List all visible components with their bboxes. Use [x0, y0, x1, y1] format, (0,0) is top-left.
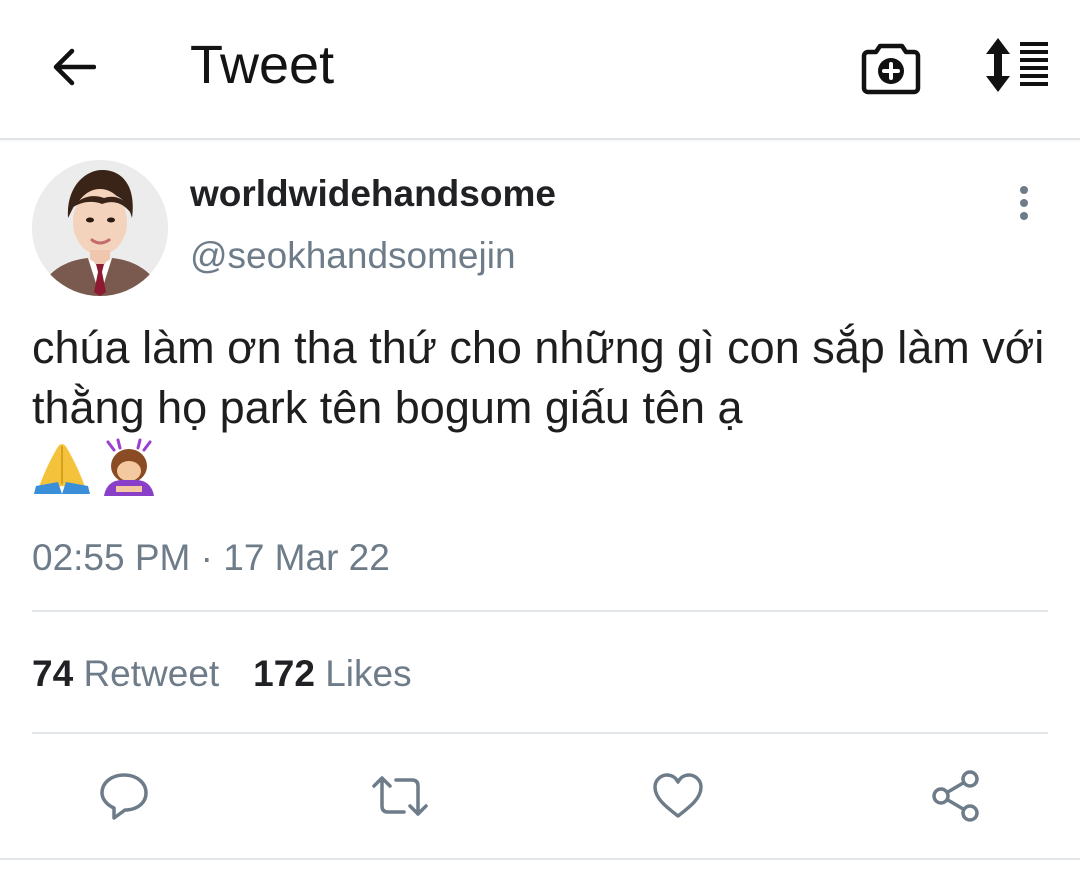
- sort-button[interactable]: [980, 36, 1052, 94]
- tweet-stats: 74 Retweet 172 Likes: [32, 652, 412, 696]
- divider: [0, 858, 1080, 860]
- camera-plus-icon: [861, 43, 921, 95]
- back-button[interactable]: [46, 40, 100, 94]
- like-icon: [653, 773, 703, 818]
- top-app-bar: Tweet: [0, 0, 1080, 140]
- emoji-row: [32, 438, 158, 498]
- more-vertical-icon: [1020, 186, 1028, 220]
- user-handle[interactable]: @seokhandsomejin: [190, 234, 516, 278]
- divider: [32, 732, 1048, 734]
- divider: [32, 610, 1048, 612]
- tweet-text: chúa làm ơn tha thứ cho những gì con sắp…: [32, 322, 1045, 433]
- camera-button[interactable]: [860, 38, 922, 96]
- reply-button[interactable]: [94, 766, 154, 826]
- reply-icon: [100, 773, 148, 820]
- avatar[interactable]: [32, 160, 168, 296]
- like-button[interactable]: [648, 766, 708, 826]
- likes-count: 172: [253, 653, 315, 694]
- page-title: Tweet: [190, 35, 335, 95]
- display-name[interactable]: worldwidehandsome: [190, 172, 556, 216]
- retweet-stat[interactable]: 74 Retweet: [32, 653, 219, 694]
- arrow-left-icon: [53, 48, 96, 86]
- retweet-icon: [372, 776, 428, 816]
- retweet-label: Retweet: [83, 653, 220, 694]
- tweet-timestamp: 02:55 PM · 17 Mar 22: [32, 537, 390, 578]
- share-button[interactable]: [926, 766, 986, 826]
- likes-label: Likes: [325, 653, 412, 694]
- likes-stat[interactable]: 172 Likes: [253, 653, 411, 694]
- retweet-button[interactable]: [370, 766, 430, 826]
- retweet-count: 74: [32, 653, 74, 694]
- person-bowing-emoji: [104, 438, 154, 496]
- sort-list-icon: [986, 38, 1048, 92]
- more-options-button[interactable]: [1006, 184, 1042, 224]
- folded-hands-emoji: [34, 444, 90, 494]
- share-icon: [932, 770, 979, 822]
